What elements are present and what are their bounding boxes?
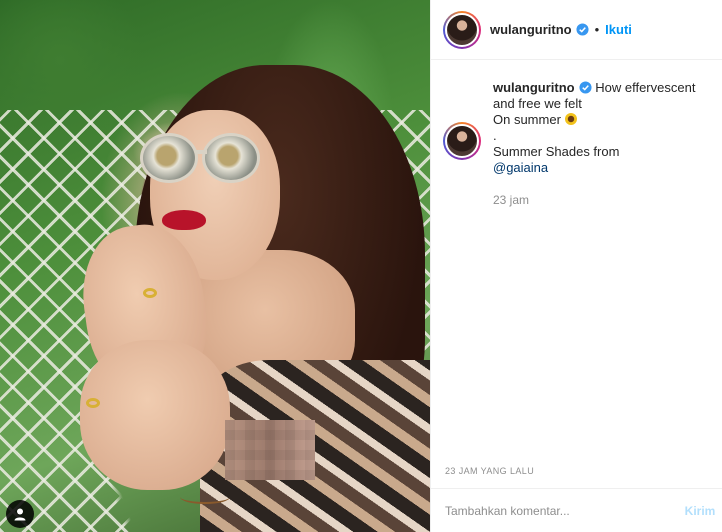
comment-bar: Kirim xyxy=(431,488,722,532)
post-timestamp[interactable]: 23 JAM YANG LALU xyxy=(445,466,534,476)
user-tag-icon[interactable] xyxy=(6,500,34,528)
photo-hand-lower xyxy=(80,340,230,490)
comment-input[interactable] xyxy=(445,503,677,518)
verified-badge-icon xyxy=(576,23,589,36)
caption-text: wulanguritno How effervescent and free w… xyxy=(493,80,706,208)
censor-mosaic xyxy=(225,420,315,480)
sunglasses-left-lens xyxy=(140,133,198,183)
author-avatar[interactable] xyxy=(443,10,481,49)
photo-ring xyxy=(86,398,100,408)
caption-mention-link[interactable]: @gaiaina xyxy=(493,160,706,176)
caption-line: How effervescent xyxy=(595,80,696,95)
post-photo[interactable] xyxy=(0,0,430,532)
sunflower-emoji xyxy=(564,113,577,125)
author-username[interactable]: wulanguritno xyxy=(490,22,572,37)
photo-bracelet xyxy=(180,490,230,504)
sunglasses-bridge xyxy=(195,150,207,154)
caption-line: Summer Shades from xyxy=(493,144,620,159)
caption-line: On summer xyxy=(493,112,561,127)
verified-badge-icon xyxy=(579,81,592,94)
post-sidebar: wulanguritno • Ikuti wulanguritno How ef… xyxy=(430,0,722,532)
post-header: wulanguritno • Ikuti xyxy=(431,0,722,60)
caption-line: and free we felt xyxy=(493,96,582,111)
caption-line: . xyxy=(493,128,497,143)
photo-lips xyxy=(162,210,206,230)
caption-block: wulanguritno How effervescent and free w… xyxy=(431,60,722,208)
caption-time[interactable]: 23 jam xyxy=(493,192,706,208)
follow-button[interactable]: Ikuti xyxy=(605,22,632,37)
caption-author-avatar[interactable] xyxy=(443,122,481,160)
person-icon xyxy=(14,508,26,521)
post-comment-button[interactable]: Kirim xyxy=(677,504,722,518)
caption-username[interactable]: wulanguritno xyxy=(493,80,575,95)
header-separator: • xyxy=(594,22,600,37)
sunglasses-right-lens xyxy=(202,133,260,183)
photo-ring xyxy=(143,288,157,298)
